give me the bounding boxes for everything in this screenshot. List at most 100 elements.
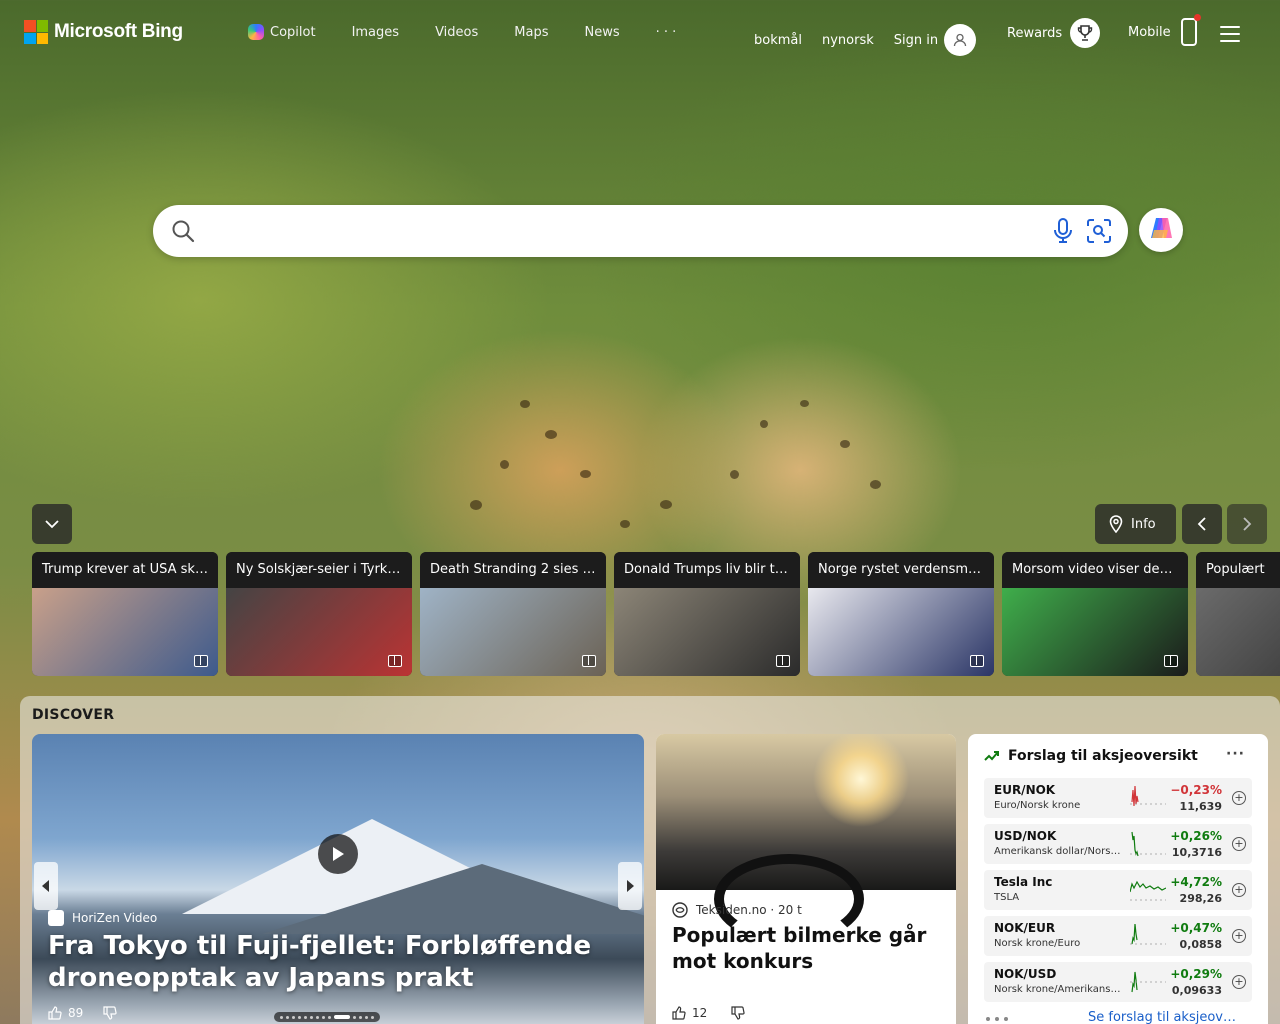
stock-name: Norsk krone/Euro [994,938,1081,949]
stocks-widget: Forslag til aksjeoversikt ··· EUR/NOK Eu… [968,734,1268,1024]
source-name: Teksiden.no · 20 t [696,903,802,917]
news-tile[interactable]: Trump krever at USA sk… [32,552,218,676]
news-card-title[interactable]: Populært bilmerke går mot konkurs [672,922,942,974]
stock-change: +0,47% [1170,921,1222,935]
bing-logo[interactable]: Microsoft Bing [24,20,183,44]
news-tile[interactable]: Populært [1196,552,1280,676]
news-card[interactable]: Teksiden.no · 20 t Populært bilmerke går… [656,734,956,1024]
microsoft-logo-icon [24,20,48,44]
add-stock-icon[interactable]: + [1232,837,1246,851]
stock-price: 0,0858 [1179,938,1222,951]
stock-name: TSLA [994,892,1020,903]
hero-pagination [274,1012,380,1022]
hero-reactions: 89 [48,1006,117,1020]
hero-source: HoriZen Video [48,910,157,926]
collapse-button[interactable] [32,504,72,544]
news-tile[interactable]: Donald Trumps liv blir t… [614,552,800,676]
location-pin-icon [1109,515,1123,533]
play-button[interactable] [318,834,358,874]
news-tile[interactable]: Ny Solskjær-seier i Tyrk… [226,552,412,676]
search-box [153,205,1128,257]
stock-change: +4,72% [1170,875,1222,889]
stock-change: −0,23% [1170,783,1222,797]
sparkline [1130,880,1166,901]
nav-images[interactable]: Images [352,24,400,40]
news-tile-image [420,588,606,676]
stock-row[interactable]: NOK/USD Norsk krone/Amerikansk dollar +0… [984,962,1252,1002]
see-stock-suggestions-link[interactable]: Se forslag til aksjeov… [1088,1010,1236,1024]
news-tile[interactable]: Norge rystet verdensm… [808,552,994,676]
rewards-button[interactable]: Rewards [1007,18,1101,48]
news-tile-title: Populært [1196,552,1280,588]
add-stock-icon[interactable]: + [1232,975,1246,989]
hero-image-foreground [262,864,644,934]
read-icon [194,655,208,667]
copilot-button[interactable] [1139,208,1183,252]
nav-more[interactable]: · · · [656,24,677,40]
next-image-button[interactable] [1227,504,1267,544]
mobile-button[interactable]: Mobile [1128,14,1201,46]
stock-name: Norsk krone/Amerikansk dollar [994,984,1122,995]
info-button[interactable]: Info [1095,504,1176,544]
read-icon [388,655,402,667]
nav-maps[interactable]: Maps [514,24,548,40]
nav-label: Copilot [270,24,316,40]
nav-label: Maps [514,24,549,40]
lang-nynorsk[interactable]: nynorsk [822,33,874,48]
thumbs-up-icon[interactable] [672,1006,686,1020]
chevron-left-icon [42,880,49,892]
account-links: bokmål nynorsk Sign in [754,24,977,56]
trophy-icon [1070,18,1101,48]
chevron-down-icon [45,520,59,529]
source-logo-icon [672,902,688,918]
nav-copilot[interactable]: Copilot [248,24,316,40]
stocks-header[interactable]: Forslag til aksjeoversikt [984,748,1198,764]
visual-search-icon[interactable] [1086,218,1112,248]
source-name: HoriZen Video [72,911,158,925]
thumbs-up-icon[interactable] [48,1006,62,1020]
discover-heading: DISCOVER [32,707,115,723]
hero-prev-button[interactable] [34,862,58,910]
stock-change: +0,26% [1170,829,1222,843]
stock-change: +0,29% [1170,967,1222,981]
news-tile[interactable]: Death Stranding 2 sies … [420,552,606,676]
hero-next-button[interactable] [618,862,642,910]
sign-in-link[interactable]: Sign in [894,33,938,48]
nav-news[interactable]: News [584,24,619,40]
search-input[interactable] [209,215,1039,247]
microphone-icon[interactable] [1053,218,1073,248]
stock-row[interactable]: NOK/EUR Norsk krone/Euro +0,47% 0,0858 + [984,916,1252,956]
user-avatar-icon[interactable] [944,24,977,56]
sparkline [1130,971,1166,993]
hero-title[interactable]: Fra Tokyo til Fuji-fjellet: Forbløffende… [48,930,608,994]
news-tile[interactable]: Morsom video viser de… [1002,552,1188,676]
stock-row[interactable]: EUR/NOK Euro/Norsk krone −0,23% 11,639 + [984,778,1252,818]
search-icon [171,219,195,247]
menu-icon[interactable] [1220,26,1240,42]
hero-card[interactable]: HoriZen Video Fra Tokyo til Fuji-fjellet… [32,734,644,1024]
phone-icon [1180,14,1201,46]
stocks-title: Forslag til aksjeoversikt [1008,748,1198,764]
read-icon [776,655,790,667]
copilot-icon [248,24,264,40]
news-tile-title: Death Stranding 2 sies … [420,552,606,588]
more-options-icon[interactable]: ··· [1226,746,1245,762]
news-tile-image [614,588,800,676]
stock-row[interactable]: USD/NOK Amerikansk dollar/Norsk krone +0… [984,824,1252,864]
stock-symbol: USD/NOK [994,829,1057,843]
stock-symbol: NOK/EUR [994,921,1056,935]
news-tile-title: Norge rystet verdensm… [808,552,994,588]
add-stock-icon[interactable]: + [1232,791,1246,805]
brand-name: Microsoft Bing [54,21,183,42]
previous-image-button[interactable] [1182,504,1222,544]
stock-symbol: EUR/NOK [994,783,1056,797]
lang-bokmal[interactable]: bokmål [754,33,802,48]
like-count: 12 [692,1006,708,1020]
add-stock-icon[interactable]: + [1232,883,1246,897]
nav-videos[interactable]: Videos [435,24,478,40]
thumbs-down-icon[interactable] [731,1006,745,1020]
stock-row[interactable]: Tesla Inc TSLA +4,72% 298,26 + [984,870,1252,910]
stock-price: 11,639 [1179,800,1222,813]
thumbs-down-icon[interactable] [103,1006,117,1020]
add-stock-icon[interactable]: + [1232,929,1246,943]
